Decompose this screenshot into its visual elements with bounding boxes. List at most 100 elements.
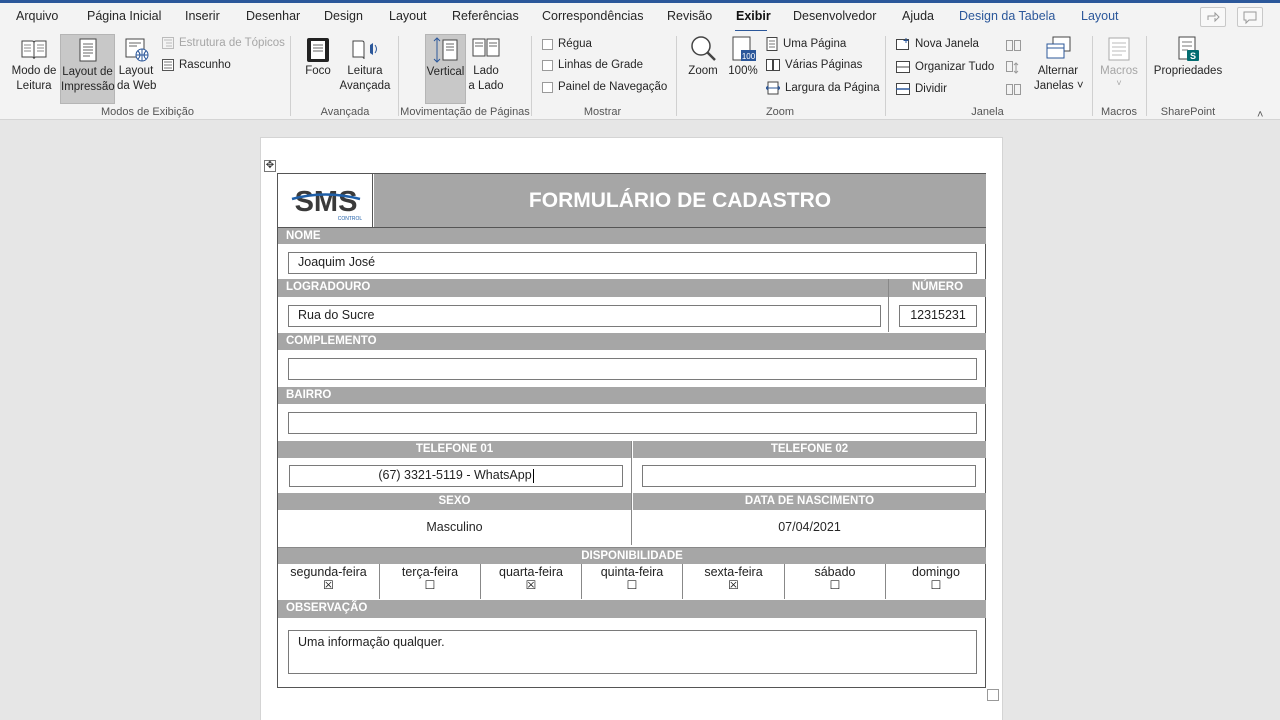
tab-pagina-inicial[interactable]: Página Inicial xyxy=(87,9,161,23)
tab-referencias[interactable]: Referências xyxy=(452,9,519,23)
layout-web-label-1: Layout xyxy=(118,65,154,77)
foco-button[interactable]: Foco xyxy=(301,34,335,102)
group-separator xyxy=(290,36,291,116)
day-domingo: domingo ☐ xyxy=(886,564,986,599)
data-nascimento-field[interactable]: 07/04/2021 xyxy=(633,510,986,545)
group-separator xyxy=(1146,36,1147,116)
day-label: terça-feira xyxy=(401,565,459,579)
observacao-field[interactable]: Uma informação qualquer. xyxy=(288,630,977,674)
day-label: quinta-feira xyxy=(600,565,664,579)
tab-layout-tabela[interactable]: Layout xyxy=(1081,9,1119,23)
sexo-field[interactable]: Masculino xyxy=(278,510,631,545)
regua-checkbox[interactable]: Régua xyxy=(542,38,592,50)
zoom-100-button[interactable]: 100 100% xyxy=(725,34,761,102)
logo-text: SMS xyxy=(295,186,358,218)
checkbox-unchecked-icon[interactable]: ☐ xyxy=(886,578,986,592)
vertical-button[interactable]: Vertical xyxy=(425,34,466,104)
macros-button[interactable]: Macros ˅ xyxy=(1098,34,1140,102)
day-quarta-feira: quarta-feira ☒ xyxy=(481,564,582,599)
one-page-icon xyxy=(766,37,778,51)
complemento-label: COMPLEMENTO xyxy=(278,333,986,350)
painel-navegacao-checkbox[interactable]: Painel de Navegação xyxy=(542,81,667,93)
comments-button[interactable] xyxy=(1237,7,1263,27)
vertical-label: Vertical xyxy=(426,66,465,78)
reset-window-icon[interactable] xyxy=(1006,83,1022,101)
telefone-01-field[interactable]: (67) 3321-5119 - WhatsApp xyxy=(289,465,623,487)
layout-impressao-button[interactable]: Layout de Impressão xyxy=(60,34,115,104)
tab-arquivo[interactable]: Arquivo xyxy=(16,9,58,23)
column-divider xyxy=(888,279,889,332)
leitura-avancada-label-2: Avançada xyxy=(339,80,391,92)
alternar-janelas-button[interactable]: Alternar Janelas ˅ xyxy=(1034,34,1084,102)
group-separator xyxy=(676,36,677,116)
zoom-button[interactable]: Zoom xyxy=(684,34,722,102)
day-label: quarta-feira xyxy=(499,565,563,579)
telefone-02-field[interactable] xyxy=(642,465,976,487)
telefone-01-value: (67) 3321-5119 - WhatsApp xyxy=(378,468,532,482)
lado-a-lado-button[interactable]: Lado a Lado xyxy=(467,34,505,102)
share-button[interactable] xyxy=(1200,7,1226,27)
collapse-ribbon-icon[interactable]: ˄ xyxy=(1257,109,1263,121)
tab-correspondencias[interactable]: Correspondências xyxy=(542,9,643,23)
numero-field[interactable]: 12315231 xyxy=(899,305,977,327)
largura-pagina-button[interactable]: Largura da Página xyxy=(766,81,880,95)
tab-inserir[interactable]: Inserir xyxy=(185,9,220,23)
foco-label: Foco xyxy=(305,65,331,77)
nome-label: NOME xyxy=(278,227,986,244)
draft-icon xyxy=(162,59,174,71)
checkbox-unchecked-icon[interactable]: ☐ xyxy=(785,578,885,592)
sexo-label: SEXO xyxy=(278,493,631,510)
sync-scroll-icon[interactable] xyxy=(1006,61,1022,80)
view-side-by-side-icon[interactable] xyxy=(1006,39,1022,57)
checkbox-checked-icon[interactable]: ☒ xyxy=(278,578,379,592)
leitura-avancada-label-1: Leitura xyxy=(347,65,383,77)
vertical-scroll-icon xyxy=(433,37,457,63)
propriedades-button[interactable]: S Propriedades xyxy=(1153,34,1223,102)
nova-janela-button[interactable]: Nova Janela xyxy=(896,38,979,50)
day-terca-feira: terça-feira ☐ xyxy=(380,564,481,599)
day-label: segunda-feira xyxy=(290,565,367,579)
modo-leitura-button[interactable]: Modo de Leitura xyxy=(8,34,60,102)
painel-navegacao-checkbox-box xyxy=(542,81,553,93)
logradouro-field[interactable]: Rua do Sucre xyxy=(288,305,881,327)
modo-leitura-label-2: Leitura xyxy=(16,80,52,92)
tab-revisao[interactable]: Revisão xyxy=(667,9,712,23)
tab-design[interactable]: Design xyxy=(324,9,363,23)
macros-dropdown-icon: ˅ xyxy=(1116,78,1122,88)
tab-exibir[interactable]: Exibir xyxy=(736,9,771,23)
leitura-avancada-button[interactable]: Leitura Avançada xyxy=(339,34,391,102)
tab-desenhar[interactable]: Desenhar xyxy=(246,9,300,23)
tab-desenvolvedor[interactable]: Desenvolvedor xyxy=(793,9,876,23)
text-cursor xyxy=(532,468,534,483)
tab-layout[interactable]: Layout xyxy=(389,9,427,23)
checkbox-unchecked-icon[interactable]: ☐ xyxy=(582,578,682,592)
day-sexta-feira: sexta-feira ☒ xyxy=(683,564,785,599)
tab-design-da-tabela[interactable]: Design da Tabela xyxy=(959,9,1055,23)
checkbox-unchecked-icon[interactable]: ☐ xyxy=(380,578,480,592)
bairro-field[interactable] xyxy=(288,412,977,434)
linhas-grade-checkbox[interactable]: Linhas de Grade xyxy=(542,59,643,71)
table-resize-handle[interactable] xyxy=(987,689,999,701)
layout-web-button[interactable]: Layout da Web xyxy=(117,34,156,102)
numero-label: NÚMERO xyxy=(889,279,986,297)
outline-icon xyxy=(162,37,174,49)
estrutura-topicos-button[interactable]: Estrutura de Tópicos xyxy=(162,37,285,49)
registration-form-table: SMS CONTROL FORMULÁRIO DE CADASTRO NOME … xyxy=(277,173,986,688)
web-layout-icon xyxy=(125,38,149,62)
linhas-grade-label: Linhas de Grade xyxy=(558,59,644,71)
uma-pagina-button[interactable]: Uma Página xyxy=(766,37,846,51)
day-quinta-feira: quinta-feira ☐ xyxy=(582,564,683,599)
complemento-field[interactable] xyxy=(288,358,977,380)
organizar-tudo-button[interactable]: Organizar Tudo xyxy=(896,61,994,73)
checkbox-checked-icon[interactable]: ☒ xyxy=(683,578,784,592)
rascunho-button[interactable]: Rascunho xyxy=(162,59,231,71)
table-move-handle-icon[interactable]: ✥ xyxy=(264,160,276,172)
dividir-button[interactable]: Dividir xyxy=(896,83,947,95)
group-separator xyxy=(885,36,886,116)
group-avancada: Avançada xyxy=(320,106,370,118)
nome-field[interactable]: Joaquim José xyxy=(288,252,977,274)
varias-paginas-button[interactable]: Várias Páginas xyxy=(766,59,862,71)
group-janela: Janela xyxy=(971,106,1004,118)
checkbox-checked-icon[interactable]: ☒ xyxy=(481,578,581,592)
tab-ajuda[interactable]: Ajuda xyxy=(902,9,934,23)
